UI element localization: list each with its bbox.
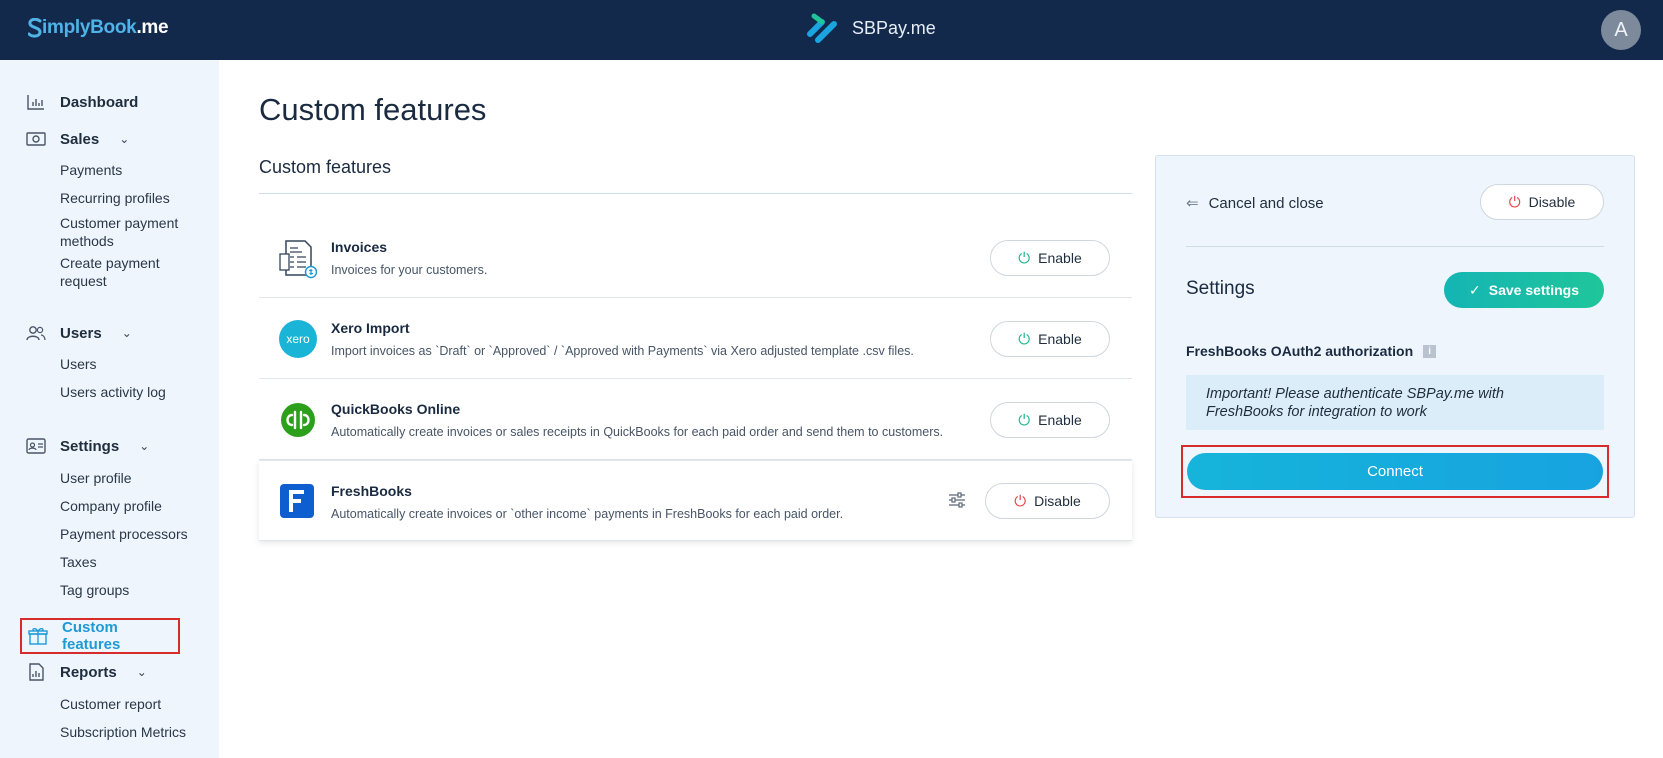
feature-name: QuickBooks Online: [331, 401, 461, 417]
bar-chart-icon: [26, 92, 46, 112]
sidebar-item-label: Users: [60, 324, 102, 342]
cancel-label: Cancel and close: [1208, 194, 1324, 212]
money-icon: [26, 129, 46, 149]
feature-description: Automatically create invoices or sales r…: [331, 425, 944, 439]
brand-main: implyBook: [42, 17, 137, 38]
sidebar-item-label: Custom features: [62, 619, 121, 653]
sidebar-item-users-activity-log[interactable]: Users activity log: [60, 383, 210, 401]
enable-button[interactable]: ⏻ Enable: [990, 402, 1110, 438]
power-icon: ⏻: [1508, 193, 1521, 211]
settings-title: Settings: [1186, 278, 1255, 299]
feature-description: Import invoices as `Draft` or `Approved`…: [331, 344, 914, 358]
power-icon: ⏻: [1014, 492, 1027, 510]
enable-label: Enable: [1038, 331, 1082, 347]
sidebar-item-sales[interactable]: Sales ⌄: [26, 127, 129, 151]
cancel-and-close-button[interactable]: ⇐ Cancel and close: [1186, 194, 1324, 213]
sidebar-item-user-profile[interactable]: User profile: [60, 469, 210, 487]
gift-box-icon: [28, 626, 48, 646]
sbpay-logo[interactable]: SBPay.me: [804, 10, 936, 46]
sidebar: Dashboard Sales ⌄ Payments Recurring pro…: [0, 60, 219, 758]
feature-row-invoices: Invoices Invoices for your customers. ⏻ …: [259, 217, 1132, 298]
sidebar-item-customer-report[interactable]: Customer report: [60, 695, 210, 713]
sbpay-icon: [807, 13, 837, 43]
power-icon: ⏻: [1018, 249, 1031, 267]
enable-label: Enable: [1038, 412, 1082, 428]
power-icon: ⏻: [1018, 411, 1031, 429]
sidebar-item-taxes[interactable]: Taxes: [60, 553, 210, 571]
feature-row-quickbooks-online: QuickBooks Online Automatically create i…: [259, 379, 1132, 460]
invoice-icon: [279, 239, 318, 279]
sidebar-item-custom-features[interactable]: Custom features: [20, 618, 180, 654]
feature-description: Automatically create invoices or `other …: [331, 507, 844, 521]
feature-description: Invoices for your customers.: [331, 263, 488, 277]
check-icon: ✓: [1469, 281, 1481, 298]
sidebar-item-label: Sales: [60, 130, 100, 148]
page-title: Custom features: [259, 92, 487, 127]
top-bar: implyBook .me SBPay.me A: [0, 0, 1663, 60]
save-label: Save settings: [1488, 282, 1579, 298]
sidebar-item-users[interactable]: Users ⌄: [26, 321, 132, 345]
sbpay-logo-text: SBPay.me: [852, 17, 936, 38]
sidebar-item-payment-processors[interactable]: Payment processors: [60, 525, 210, 543]
sidebar-item-label: Settings: [60, 437, 120, 455]
xero-icon: xero: [279, 320, 317, 358]
sidebar-item-label: Reports: [60, 663, 117, 681]
quickbooks-icon: [279, 401, 317, 439]
oauth-label: FreshBooks OAuth2 authorization i: [1186, 343, 1437, 359]
chevron-down-icon: ⌄: [119, 132, 130, 146]
section-divider: [259, 193, 1132, 194]
sliders-icon[interactable]: [948, 491, 966, 509]
feature-row-freshbooks[interactable]: FreshBooks Automatically create invoices…: [259, 460, 1132, 541]
section-title: Custom features: [259, 157, 392, 177]
feature-name: Xero Import: [331, 320, 410, 336]
enable-label: Enable: [1038, 250, 1082, 266]
report-icon: [26, 662, 46, 682]
feature-name: Invoices: [331, 239, 388, 255]
feature-name: FreshBooks: [331, 483, 412, 499]
users-icon: [26, 323, 46, 343]
sidebar-item-recurring-profiles[interactable]: Recurring profiles: [60, 189, 210, 207]
save-settings-button[interactable]: ✓ Save settings: [1444, 272, 1604, 308]
enable-button[interactable]: ⏻ Enable: [990, 321, 1110, 357]
avatar[interactable]: A: [1601, 10, 1641, 50]
panel-divider: [1186, 246, 1604, 247]
sidebar-item-settings[interactable]: Settings ⌄: [26, 434, 149, 458]
id-card-icon: [26, 436, 46, 456]
sidebar-item-customer-payment-methods[interactable]: Customer payment methods: [60, 214, 210, 250]
svg-text:xero: xero: [286, 332, 310, 346]
info-icon[interactable]: i: [1423, 344, 1437, 358]
connect-button[interactable]: Connect: [1187, 453, 1603, 490]
disable-label: Disable: [1528, 194, 1576, 210]
sidebar-item-create-payment-request[interactable]: Create payment request: [60, 254, 210, 290]
chevron-down-icon: ⌄: [136, 665, 147, 679]
freshbooks-icon: [279, 483, 317, 521]
sidebar-item-payments[interactable]: Payments: [60, 161, 210, 179]
brand-suffix: .me: [136, 17, 169, 38]
sidebar-item-tag-groups[interactable]: Tag groups: [60, 581, 210, 599]
disable-label: Disable: [1034, 493, 1081, 509]
disable-button[interactable]: ⏻ Disable: [985, 483, 1110, 519]
feature-settings-panel: ⇐ Cancel and close ⏻ Disable Settings ✓ …: [1155, 155, 1635, 518]
panel-disable-button[interactable]: ⏻ Disable: [1480, 184, 1604, 220]
oauth-label-text: FreshBooks OAuth2 authorization: [1186, 343, 1414, 359]
sidebar-item-users-list[interactable]: Users: [60, 355, 210, 373]
enable-button[interactable]: ⏻ Enable: [990, 240, 1110, 276]
sidebar-item-reports[interactable]: Reports ⌄: [26, 660, 147, 684]
power-icon: ⏻: [1018, 330, 1031, 348]
arrow-left-icon: ⇐: [1186, 195, 1199, 212]
sidebar-item-subscription-metrics[interactable]: Subscription Metrics: [60, 723, 210, 741]
connect-highlight: Connect: [1181, 445, 1609, 498]
important-note: Important! Please authenticate SBPay.me …: [1186, 375, 1604, 430]
sidebar-item-company-profile[interactable]: Company profile: [60, 497, 210, 515]
chevron-down-icon: ⌄: [139, 439, 150, 453]
feature-row-xero-import: xero Xero Import Import invoices as `Dra…: [259, 298, 1132, 379]
simplybook-logo[interactable]: implyBook .me: [28, 17, 169, 39]
sidebar-item-dashboard[interactable]: Dashboard: [26, 90, 138, 114]
sidebar-item-label: Dashboard: [60, 93, 139, 111]
s-logo-icon: [28, 18, 42, 38]
chevron-down-icon: ⌄: [121, 326, 132, 340]
